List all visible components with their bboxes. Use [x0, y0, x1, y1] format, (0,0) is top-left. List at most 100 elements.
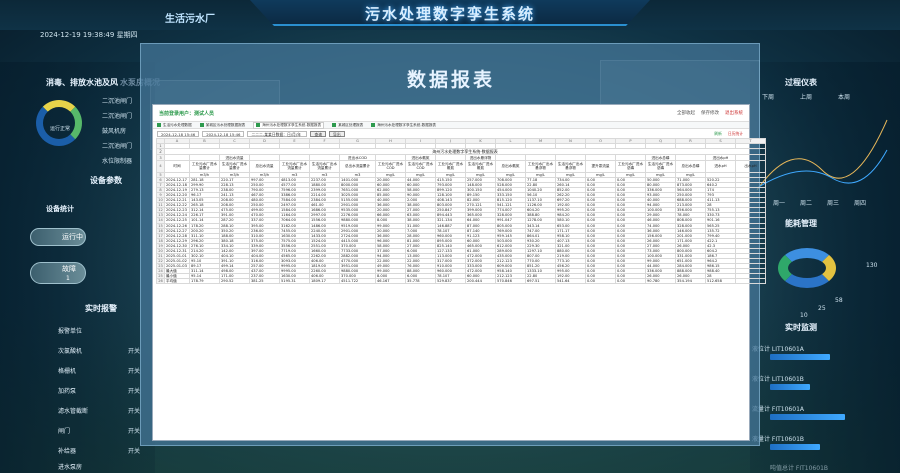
grid-cell[interactable]: 200.444 [465, 278, 496, 285]
section-title-alarm: 实时报警 [85, 304, 117, 313]
grid-cell[interactable]: 0.00 [585, 278, 616, 285]
grid-cell[interactable]: 2024-12-25 [164, 217, 190, 224]
alarm-item: 格栅机 [58, 368, 77, 375]
column-header[interactable]: 生活污水厂进水总磷 [645, 160, 676, 174]
grid-cell[interactable]: 2024-12-20 [164, 192, 190, 199]
grid-cell[interactable]: 529.837 [435, 278, 466, 285]
grid-cell[interactable]: 2025-01-03 [164, 262, 190, 269]
sheet-icon [199, 123, 204, 127]
save-button[interactable]: 保存修改 [701, 110, 719, 116]
section-title-instruments: 过程仪表 [785, 78, 817, 87]
alarm-state: 开关 [128, 448, 141, 455]
monitor-bar [770, 354, 830, 360]
grid-cell[interactable]: 2024-12-27 [164, 227, 190, 234]
grid-cell[interactable]: 2024-12-31 [164, 247, 190, 254]
grid-row: 26 平均值 178.79 290.52 381.25 5195.31 1809.17 451… [156, 278, 766, 285]
alarm-state: 开关 [128, 348, 141, 355]
grid-cell[interactable]: 2024-12-23 [164, 207, 190, 214]
grid-cell[interactable]: 512.658 [705, 278, 736, 285]
column-header[interactable]: 生活污水厂出水悬浮物 [555, 160, 586, 174]
fault-label: 故障 [62, 265, 76, 273]
row-number[interactable]: 26 [156, 278, 165, 285]
query-type-select[interactable]: 二二二-某某日数据：日/月/年 [247, 130, 308, 137]
grid-cell[interactable]: 697.51 [525, 278, 556, 285]
grid-cell[interactable]: 4511.722 [339, 278, 376, 285]
logout-button[interactable]: 退出系统 [725, 110, 743, 116]
grid-cell[interactable]: 541.64 [555, 278, 586, 285]
plant-selector[interactable]: 生活污水厂 [165, 10, 215, 25]
grid-cell[interactable]: 570.846 [495, 278, 526, 285]
report-tab[interactable]: 某城区处理报表 [332, 123, 363, 128]
grid-cell[interactable]: 35.778 [405, 278, 436, 285]
column-header[interactable]: 进水pH [705, 160, 736, 174]
monitor-bar [770, 384, 810, 390]
date-from-input[interactable]: 2024-12-18 15:46 [157, 130, 200, 137]
grid-cell[interactable]: 1809.17 [309, 278, 340, 285]
column-header[interactable]: 出水pH [735, 160, 766, 174]
grid-cell[interactable]: 290.52 [219, 278, 250, 285]
report-tab[interactable]: 生活污水处理数据 [157, 123, 192, 128]
grid-cell[interactable]: 2024-12-21 [164, 197, 190, 204]
grid-cell[interactable]: 381.25 [249, 278, 280, 285]
query-button[interactable]: 查询 [310, 130, 327, 137]
report-grid: A B C D E F G H I J K L M N O P Q R S T 1 2 海州污水处理数字孪生系统-数据报表 3… [156, 138, 766, 285]
column-header[interactable]: 时间 [164, 160, 190, 174]
sheet-icon [157, 123, 161, 127]
grid-cell[interactable]: 2024-12-28 [164, 232, 190, 239]
alarm-state: 开关 [128, 428, 141, 435]
grid-cell[interactable]: 2025-01-02 [164, 257, 190, 264]
gauge-label: 运行正常 [50, 126, 71, 132]
date-to-input[interactable]: 2024-12-18 15:46 [202, 130, 245, 137]
column-header[interactable]: 总出水氨氮 [495, 160, 526, 174]
sheet-icon [371, 123, 376, 127]
collapse-all-button[interactable]: 全部收起 [677, 110, 695, 116]
grid-cell[interactable]: 2024-12-17 [164, 177, 190, 184]
grid-cell[interactable]: 46.167 [375, 278, 406, 285]
column-header[interactable]: 生活污水厂出水流量累计 [309, 160, 340, 174]
device-stat-label: 设备统计 [46, 205, 74, 213]
column-header[interactable]: 总出水流量累计 [339, 160, 376, 174]
grid-cell[interactable]: 354.194 [675, 278, 706, 285]
column-header[interactable]: 工业污水厂进水总磷 [615, 160, 646, 174]
report-tab[interactable]: 某城区污水处理数据报表 [199, 123, 245, 128]
column-header[interactable]: 工业污水厂进水COD [375, 160, 406, 174]
grid-cell[interactable] [735, 278, 766, 285]
export-button[interactable]: 导出 [329, 130, 345, 137]
column-header[interactable]: 总出水流量 [249, 160, 280, 174]
grid-cell[interactable]: 178.79 [189, 278, 220, 285]
legend-item: 水位限制器 [102, 158, 133, 165]
grid-cell[interactable]: 0.00 [615, 278, 646, 285]
grid-cell[interactable]: 平均值 [164, 278, 190, 285]
column-header[interactable]: 提升泵流量 [585, 160, 616, 174]
column-header[interactable]: 工业污水厂出水流量累计 [279, 160, 310, 174]
report-tab-active[interactable]: 海州污水处理数字孪生系统-数据报表 [253, 121, 325, 129]
row-number[interactable]: 4 [156, 160, 165, 174]
grid-cell[interactable]: 2024-12-24 [164, 212, 190, 219]
datetime: 2024-12-19 19:38:49 星期四 [40, 31, 138, 39]
report-title: 数据报表 [406, 69, 495, 91]
column-header[interactable]: 工业污水厂进水氨氮 [435, 160, 466, 174]
grid-cell[interactable]: 2024-12-22 [164, 202, 190, 209]
grid-cell[interactable]: 2024-12-26 [164, 222, 190, 229]
column-header[interactable]: 总出水总磷 [675, 160, 706, 174]
fault-button[interactable] [30, 262, 86, 284]
alarm-item: 加药泵 [58, 388, 77, 395]
grid-cell[interactable]: 2024-12-30 [164, 242, 190, 249]
column-header[interactable]: 生活污水厂进水COD [405, 160, 436, 174]
alarm-item: 滤水管截断 [58, 408, 89, 415]
column-header[interactable]: 生活污水厂进水量累计 [219, 160, 250, 174]
column-header[interactable]: 工业污水厂进水量累计 [189, 160, 220, 174]
column-header[interactable]: 工业污水厂出水悬浮物 [525, 160, 556, 174]
grid-cell[interactable]: 90.780 [645, 278, 676, 285]
grid-cell[interactable]: 5195.31 [279, 278, 310, 285]
grid-cell[interactable]: 2025-01-01 [164, 252, 190, 259]
alarm-item: 补给器 [58, 448, 77, 455]
calendar-stat-button[interactable]: 日历统计 [728, 131, 743, 137]
grid-cell[interactable]: 2024-12-29 [164, 237, 190, 244]
section-title-params: 设备参数 [90, 176, 122, 185]
grid-cell[interactable]: 2024-12-18 [164, 182, 190, 189]
grid-cell[interactable]: 2024-12-19 [164, 187, 190, 194]
refresh-button[interactable]: 刷新 [714, 131, 722, 137]
report-tab[interactable]: 海州污水处理数字孪生系统-数据报表 [371, 123, 436, 128]
column-header[interactable]: 生活污水厂进水氨氮 [465, 160, 496, 174]
